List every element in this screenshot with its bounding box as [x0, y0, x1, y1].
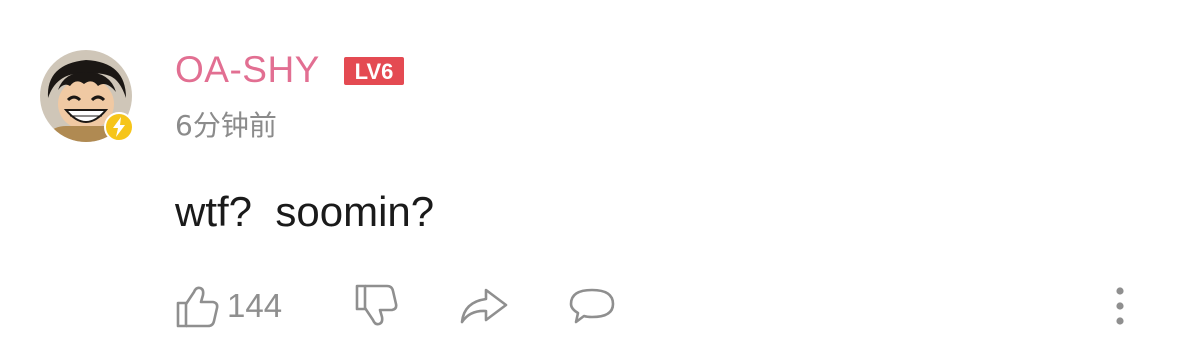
share-arrow-icon — [460, 288, 508, 324]
thumbs-down-icon — [355, 284, 398, 326]
level-text: LV6 — [355, 59, 394, 84]
timestamp: 6分钟前 — [175, 109, 277, 142]
vertical-dots-icon — [1116, 287, 1124, 325]
level-badge: LV6 — [343, 56, 405, 86]
share-button[interactable] — [458, 284, 510, 328]
comment-text: wtf? soomin? — [175, 188, 435, 235]
dislike-button[interactable] — [354, 284, 400, 328]
reply-button[interactable] — [568, 284, 616, 328]
like-count: 144 — [227, 287, 283, 324]
avatar-container[interactable] — [40, 50, 134, 144]
comment-item: OA-SHY LV6 6分钟前 wtf? soomin? 144 — [0, 0, 1178, 358]
more-options-button[interactable] — [1110, 284, 1130, 328]
lightning-icon — [104, 112, 134, 142]
speech-bubble-icon — [569, 288, 615, 324]
username[interactable]: OA-SHY — [175, 50, 320, 90]
verified-badge — [104, 112, 134, 142]
like-button[interactable]: 144 — [175, 284, 282, 328]
thumbs-up-icon — [176, 286, 219, 328]
